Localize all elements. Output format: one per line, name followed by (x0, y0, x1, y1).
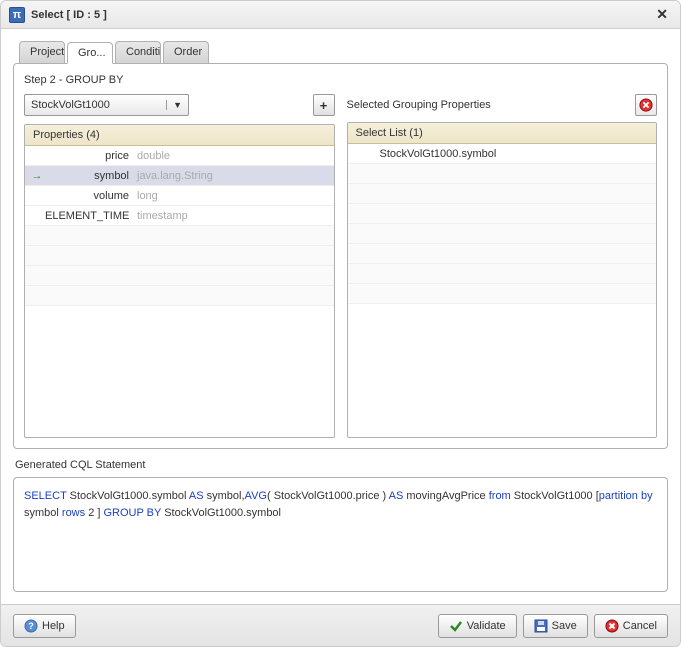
property-type: long (137, 190, 158, 202)
cql-keyword: SELECT (24, 490, 67, 502)
tab-order[interactable]: Order (163, 41, 209, 63)
save-label: Save (552, 620, 577, 632)
title-bar: π Select [ ID : 5 ] ✕ (1, 1, 680, 29)
two-column-layout: StockVolGt1000 ▼ + Properties (4) priced… (24, 94, 657, 438)
selected-listbox: Select List (1) StockVolGt1000.symbol (347, 122, 658, 438)
right-column: Selected Grouping Properties Select List… (347, 94, 658, 438)
save-button[interactable]: Save (523, 614, 588, 638)
svg-text:?: ? (28, 621, 34, 631)
tab-project[interactable]: Project (19, 41, 65, 63)
property-name: volume (45, 190, 137, 202)
cancel-button[interactable]: Cancel (594, 614, 668, 638)
empty-row (25, 226, 334, 246)
empty-row (348, 284, 657, 304)
dialog-window: π Select [ ID : 5 ] ✕ Project Gro... Con… (0, 0, 681, 647)
tab-group[interactable]: Gro... (67, 42, 113, 64)
empty-row (348, 244, 657, 264)
property-row[interactable]: ELEMENT_TIMEtimestamp (25, 206, 334, 226)
app-pi-icon: π (9, 7, 25, 23)
property-type: double (137, 150, 170, 162)
cql-keyword: AS (189, 490, 204, 502)
empty-row (348, 224, 657, 244)
delete-button[interactable] (635, 94, 657, 116)
properties-listbox: Properties (4) pricedouble→symboljava.la… (24, 124, 335, 438)
property-name: ELEMENT_TIME (45, 210, 137, 222)
cql-statement-box: SELECT StockVolGt1000.symbol AS symbol,A… (13, 477, 668, 592)
stream-dropdown[interactable]: StockVolGt1000 ▼ (24, 94, 189, 116)
disk-icon (534, 619, 548, 633)
properties-header: Properties (4) (25, 125, 334, 146)
empty-row (348, 184, 657, 204)
selected-indicator-icon: → (29, 170, 45, 182)
tabs: Project Gro... Condition Order (13, 41, 668, 63)
add-button[interactable]: + (313, 94, 335, 116)
empty-row (25, 266, 334, 286)
cql-keyword: partition by (599, 490, 653, 502)
cql-section-label: Generated CQL Statement (15, 459, 666, 471)
close-icon[interactable]: ✕ (652, 4, 672, 25)
stream-dropdown-value: StockVolGt1000 (31, 99, 110, 111)
cancel-icon (605, 619, 619, 633)
empty-row (348, 204, 657, 224)
chevron-down-icon: ▼ (166, 100, 182, 110)
footer: ? Help Validate Save Cancel (1, 604, 680, 646)
tab-condition[interactable]: Condition (115, 41, 161, 63)
cql-text: symbol (24, 507, 62, 519)
cancel-label: Cancel (623, 620, 657, 632)
selected-section-header: Selected Grouping Properties (347, 94, 658, 116)
help-icon: ? (24, 619, 38, 633)
validate-button[interactable]: Validate (438, 614, 517, 638)
dialog-body: Project Gro... Condition Order Step 2 - … (1, 29, 680, 604)
property-row[interactable]: pricedouble (25, 146, 334, 166)
cql-text: 2 ] (85, 507, 103, 519)
cql-text: StockVolGt1000 [ (514, 490, 599, 502)
selected-list-header: Select List (1) (348, 123, 657, 144)
property-name: symbol (45, 170, 137, 182)
validate-label: Validate (467, 620, 506, 632)
cql-text: movingAvgPrice (403, 490, 488, 502)
selected-item[interactable]: StockVolGt1000.symbol (348, 144, 657, 164)
step-label: Step 2 - GROUP BY (24, 74, 657, 86)
cql-text: StockVolGt1000.symbol (161, 507, 281, 519)
empty-row (25, 286, 334, 306)
window-title: Select [ ID : 5 ] (31, 9, 652, 21)
empty-row (348, 264, 657, 284)
cql-keyword: AVG (245, 490, 267, 502)
left-column: StockVolGt1000 ▼ + Properties (4) priced… (24, 94, 335, 438)
cql-keyword: AS (389, 490, 404, 502)
help-label: Help (42, 620, 65, 632)
check-icon (449, 619, 463, 633)
empty-row (25, 246, 334, 266)
cql-text: StockVolGt1000.symbol (67, 490, 189, 502)
cql-keyword: GROUP BY (103, 507, 161, 519)
stream-row: StockVolGt1000 ▼ + (24, 94, 335, 116)
group-panel: Step 2 - GROUP BY StockVolGt1000 ▼ + Pro… (13, 63, 668, 449)
property-type: timestamp (137, 210, 188, 222)
selected-title: Selected Grouping Properties (347, 99, 491, 111)
delete-x-icon (639, 98, 653, 112)
properties-body: pricedouble→symboljava.lang.Stringvolume… (25, 146, 334, 437)
cql-text: symbol, (204, 490, 245, 502)
empty-row (348, 164, 657, 184)
selected-body: StockVolGt1000.symbol (348, 144, 657, 437)
property-type: java.lang.String (137, 170, 213, 182)
property-name: price (45, 150, 137, 162)
cql-text: ( StockVolGt1000.price ) (267, 490, 389, 502)
help-button[interactable]: ? Help (13, 614, 76, 638)
property-row[interactable]: volumelong (25, 186, 334, 206)
cql-keyword: rows (62, 507, 85, 519)
property-row[interactable]: →symboljava.lang.String (25, 166, 334, 186)
cql-keyword: from (489, 490, 514, 502)
